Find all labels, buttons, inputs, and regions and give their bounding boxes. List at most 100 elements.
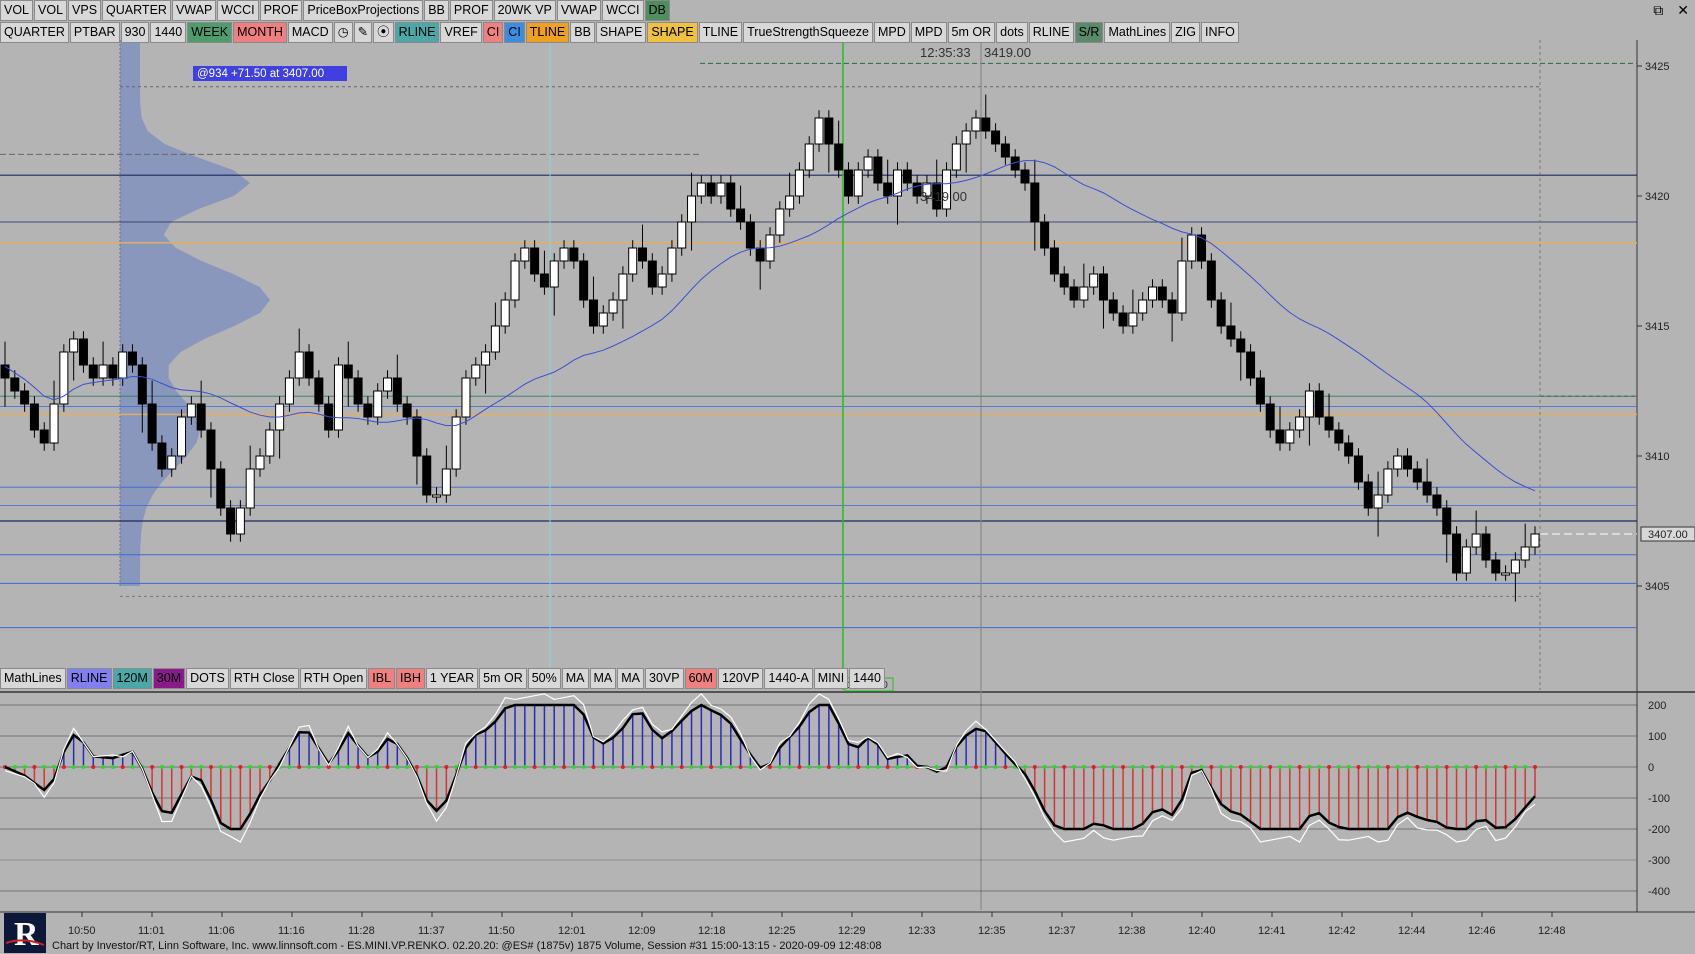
toolbar2-button-8[interactable]: ✎ — [353, 21, 373, 43]
toolbar2-button-12[interactable]: CI — [482, 21, 504, 43]
candle-149 — [1461, 546, 1471, 574]
toolbar3-button-5[interactable]: RTH Close — [229, 667, 299, 689]
osc-dot-136 — [1336, 765, 1341, 769]
osc-dot-117 — [1150, 765, 1155, 769]
restore-icon[interactable]: ⧉ — [1653, 0, 1663, 20]
candle-16 — [157, 442, 167, 470]
toolbar2-button-4[interactable]: WEEK — [187, 21, 233, 43]
osc-dot-15 — [150, 765, 155, 769]
toolbar1-button-7[interactable]: PriceBoxProjections — [303, 0, 424, 21]
toolbar3-button-9[interactable]: 1 YEAR — [425, 667, 479, 689]
toolbar1-button-4[interactable]: VWAP — [171, 0, 217, 21]
toolbar3-button-14[interactable]: MA — [617, 667, 645, 689]
candle-130 — [1275, 429, 1285, 444]
toolbar2-button-25[interactable]: S/R — [1074, 21, 1104, 43]
osc-dot-119 — [1170, 765, 1175, 769]
candle-51 — [500, 299, 510, 327]
toolbar1-button-3[interactable]: QUARTER — [102, 0, 171, 21]
toolbar1-button-12[interactable]: WCCI — [602, 0, 644, 21]
osc-dot-82 — [807, 765, 812, 769]
osc-dot-20 — [199, 765, 204, 769]
candle-151 — [1481, 533, 1491, 561]
candle-84 — [824, 117, 834, 145]
toolbar2-button-7[interactable]: ◷ — [333, 21, 353, 43]
candle-134 — [1314, 390, 1324, 418]
osc-tick-1: 100 — [1648, 731, 1666, 743]
toolbar2-button-27[interactable]: ZIG — [1171, 21, 1200, 43]
toolbar2-button-19[interactable]: TrueStrengthSqueeze — [743, 21, 873, 43]
toolbar2-button-5[interactable]: MONTH — [233, 21, 287, 43]
toolbar3-button-20[interactable]: 1440 — [849, 667, 885, 689]
toolbar3-button-17[interactable]: 120VP — [717, 667, 764, 689]
toolbar2-button-1[interactable]: PTBAR — [69, 21, 120, 43]
toolbar3-button-12[interactable]: MA — [561, 667, 589, 689]
toolbar3-button-19[interactable]: MINI — [813, 667, 849, 689]
toolbar2-button-13[interactable]: CI — [504, 21, 525, 43]
toolbar3-button-15[interactable]: 30VP — [645, 667, 684, 689]
toolbar3-button-4[interactable]: DOTS — [186, 667, 229, 689]
candle-4 — [39, 429, 49, 444]
toolbar3-button-10[interactable]: 5m OR — [479, 667, 527, 689]
toolbar3-button-13[interactable]: MA — [589, 667, 617, 689]
toolbar2-button-15[interactable]: BB — [570, 21, 595, 43]
close-icon[interactable]: ✕ — [1677, 0, 1689, 20]
price-chart[interactable]: 3405 3410 3415 3420 3425 3407.00 @934 +71.50 a… — [0, 0, 1695, 954]
toolbar2-button-17[interactable]: SHAPE — [647, 21, 698, 43]
toolbar1-button-5[interactable]: WCCI — [217, 0, 259, 21]
candle-101 — [991, 130, 1001, 145]
toolbar2-button-22[interactable]: 5m OR — [947, 21, 996, 43]
candle-115 — [1128, 312, 1138, 327]
toolbar1-button-2[interactable]: VPS — [68, 0, 102, 21]
toolbar2-button-24[interactable]: RLINE — [1028, 21, 1074, 43]
osc-dot-111 — [1091, 765, 1096, 769]
candle-107 — [1049, 247, 1059, 275]
toolbar2-button-10[interactable]: RLINE — [394, 21, 440, 43]
toolbar3-button-6[interactable]: RTH Open — [299, 667, 368, 689]
osc-dot-143 — [1405, 765, 1410, 769]
toolbar3-button-11[interactable]: 50% — [527, 667, 561, 689]
toolbar1-button-13[interactable]: DB — [644, 0, 670, 21]
toolbar2-button-9[interactable]: ⦿ — [373, 21, 394, 43]
toolbar2-button-28[interactable]: INFO — [1200, 21, 1239, 43]
candle-75 — [736, 208, 746, 223]
toolbar3-button-2[interactable]: 120M — [112, 667, 152, 689]
toolbar3-button-8[interactable]: IBH — [396, 667, 425, 689]
candle-8 — [78, 338, 88, 366]
toolbar2-button-3[interactable]: 1440 — [150, 21, 187, 43]
osc-dot-90 — [885, 765, 890, 769]
toolbar1-button-0[interactable]: VOL — [0, 0, 34, 21]
linnsoft-logo-icon: R — [4, 913, 46, 953]
osc-dot-134 — [1317, 765, 1322, 769]
candle-14 — [137, 364, 147, 405]
toolbar3-button-7[interactable]: IBL — [368, 667, 396, 689]
time-tick-5: 11:37 — [418, 925, 445, 937]
osc-dot-124 — [1219, 765, 1224, 769]
toolbar2-button-16[interactable]: SHAPE — [595, 21, 647, 43]
toolbar1-button-6[interactable]: PROF — [259, 0, 303, 21]
candle-26 — [255, 455, 265, 470]
toolbar3-button-18[interactable]: 1440-A — [764, 667, 813, 689]
toolbar2-button-11[interactable]: VREF — [440, 21, 482, 43]
toolbar1-button-1[interactable]: VOL — [34, 0, 68, 21]
toolbar3-button-3[interactable]: 30M — [152, 667, 186, 689]
toolbar3-button-16[interactable]: 60M — [684, 667, 717, 689]
toolbar2-button-18[interactable]: TLINE — [698, 21, 743, 43]
toolbar2-button-14[interactable]: TLINE — [525, 21, 570, 43]
toolbar2-button-2[interactable]: 930 — [120, 21, 150, 43]
toolbar1-button-9[interactable]: PROF — [449, 0, 493, 21]
toolbar2-button-26[interactable]: MathLines — [1104, 21, 1171, 43]
candle-76 — [745, 221, 755, 249]
toolbar2-button-20[interactable]: MPD — [873, 21, 910, 43]
toolbar1-button-11[interactable]: VWAP — [556, 0, 602, 21]
toolbar2-button-6[interactable]: MACD — [287, 21, 333, 43]
toolbar1-button-8[interactable]: BB — [424, 0, 449, 21]
toolbar3-button-1[interactable]: RLINE — [66, 667, 112, 689]
candle-136 — [1334, 429, 1344, 444]
toolbar2-button-21[interactable]: MPD — [910, 21, 947, 43]
toolbar2-button-0[interactable]: QUARTER — [0, 21, 69, 43]
toolbar2-button-23[interactable]: dots — [996, 21, 1028, 43]
osc-dot-76 — [748, 765, 753, 769]
osc-dot-34 — [336, 765, 341, 769]
toolbar3-button-0[interactable]: MathLines — [0, 667, 66, 689]
toolbar1-button-10[interactable]: 20WK VP — [493, 0, 556, 21]
